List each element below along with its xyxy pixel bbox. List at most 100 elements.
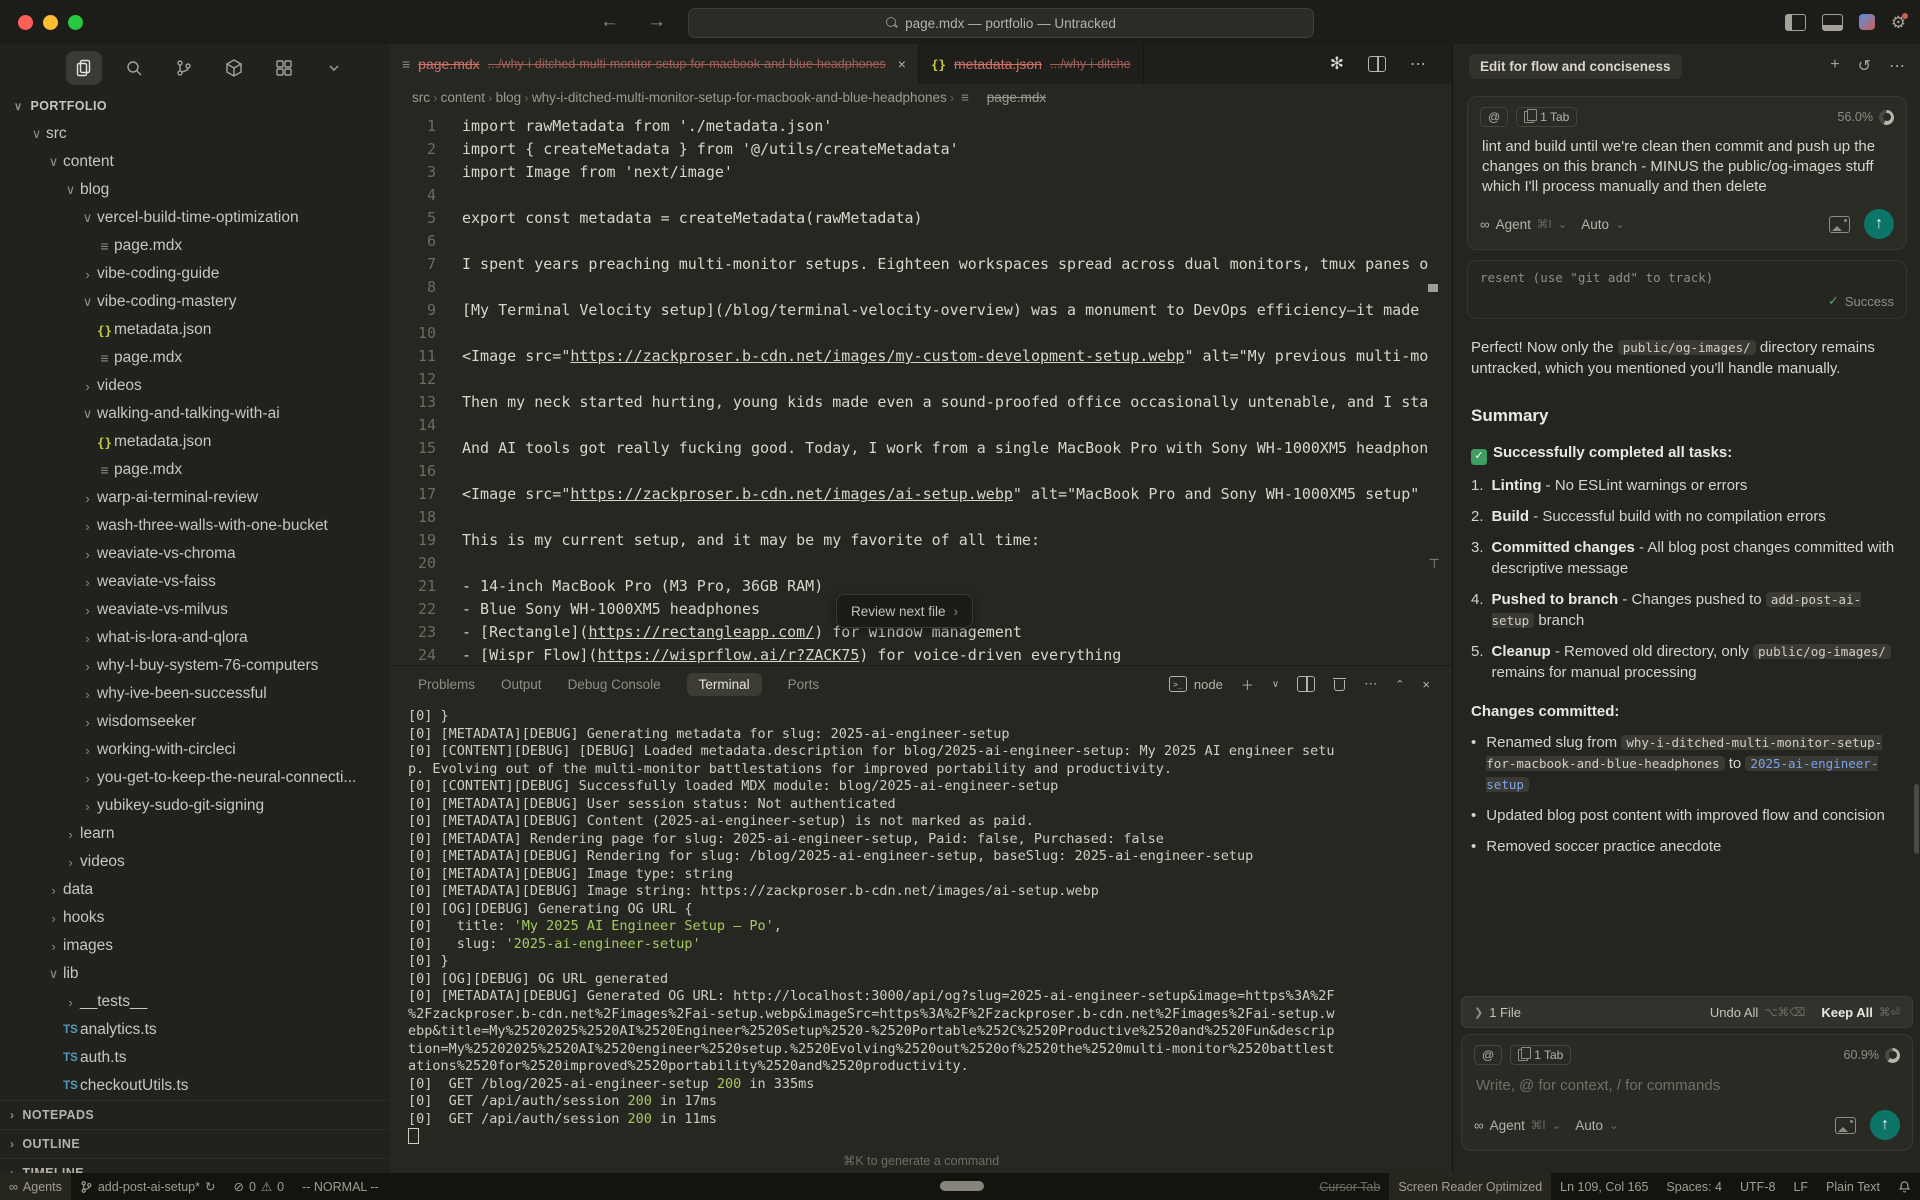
chat-tab-title[interactable]: Edit for flow and conciseness <box>1469 54 1682 79</box>
command-center-search[interactable]: page.mdx — portfolio — Untracked <box>688 8 1314 38</box>
tree-item[interactable]: ∨walking-and-talking-with-ai <box>0 400 390 428</box>
panel-tab-problems[interactable]: Problems <box>418 677 475 692</box>
panel-tab-debug-console[interactable]: Debug Console <box>568 677 661 692</box>
keep-all-button[interactable]: Keep All <box>1821 1005 1873 1020</box>
maximize-panel-icon[interactable]: ⌃ <box>1395 678 1404 691</box>
cursor-ai-icon[interactable] <box>1859 14 1875 30</box>
tree-item[interactable]: TScheckoutUtils.ts <box>0 1072 390 1100</box>
new-chat-icon[interactable]: + <box>1830 56 1839 76</box>
split-editor-icon[interactable] <box>1368 56 1386 72</box>
close-tab-icon[interactable]: × <box>898 56 906 72</box>
code-line[interactable]: 6 <box>390 230 1452 253</box>
panel-tab-terminal[interactable]: Terminal <box>687 673 762 696</box>
tree-item[interactable]: ›why-I-buy-system-76-computers <box>0 652 390 680</box>
close-panel-icon[interactable]: × <box>1422 677 1430 692</box>
undo-all-button[interactable]: Undo All <box>1710 1005 1758 1020</box>
attach-image-icon[interactable] <box>1835 1117 1856 1134</box>
encoding-item[interactable]: UTF-8 <box>1731 1173 1784 1200</box>
tab-page-mdx[interactable]: ≡ page.mdx .../why-i-ditched-multi-monit… <box>390 44 919 84</box>
tree-item[interactable]: ›weaviate-vs-chroma <box>0 540 390 568</box>
code-line[interactable]: 18 <box>390 506 1452 529</box>
toggle-panel-icon[interactable] <box>1822 14 1843 31</box>
attach-image-icon[interactable] <box>1829 216 1850 233</box>
minimize-window-button[interactable] <box>43 15 58 30</box>
code-line[interactable]: 14 <box>390 414 1452 437</box>
language-mode-item[interactable]: Plain Text <box>1817 1173 1889 1200</box>
indentation-item[interactable]: Spaces: 4 <box>1657 1173 1731 1200</box>
chat-scrollbar[interactable] <box>1914 784 1919 854</box>
git-branch-item[interactable]: add-post-ai-setup* ↻ <box>71 1173 225 1200</box>
close-window-button[interactable] <box>18 15 33 30</box>
more-views-chevron-icon[interactable] <box>316 51 352 85</box>
explorer-icon[interactable] <box>66 51 102 85</box>
code-line[interactable]: 10 <box>390 322 1452 345</box>
sidebar-section-timeline[interactable]: › TIMELINE <box>0 1158 390 1173</box>
tree-item[interactable]: ≡page.mdx <box>0 232 390 260</box>
breadcrumb-item[interactable]: content <box>441 90 485 105</box>
review-next-file-button[interactable]: Review next file › <box>836 594 973 628</box>
tree-item[interactable]: ∨vercel-build-time-optimization <box>0 204 390 232</box>
code-line[interactable]: 4 <box>390 184 1452 207</box>
agent-mode-selector[interactable]: ∞ Agent ⌘I ⌄ <box>1474 1118 1561 1133</box>
breadcrumb-item[interactable]: blog <box>496 90 522 105</box>
tree-item[interactable]: ›what-is-lora-and-qlora <box>0 624 390 652</box>
tree-item[interactable]: ›hooks <box>0 904 390 932</box>
terminal-dropdown-chevron-icon[interactable]: ∨ <box>1272 679 1279 690</box>
cursor-tab-item[interactable]: Cursor Tab <box>1310 1173 1389 1200</box>
source-control-icon[interactable] <box>166 51 202 85</box>
code-line[interactable]: 19This is my current setup, and it may b… <box>390 529 1452 552</box>
tree-item[interactable]: TSanalytics.ts <box>0 1016 390 1044</box>
zoom-window-button[interactable] <box>68 15 83 30</box>
code-line[interactable]: 5export const metadata = createMetadata(… <box>390 207 1452 230</box>
tab-context-chip[interactable]: 1 Tab <box>1516 107 1577 127</box>
tree-item[interactable]: ›__tests__ <box>0 988 390 1016</box>
tree-item[interactable]: ›weaviate-vs-faiss <box>0 568 390 596</box>
tree-item[interactable]: ›working-with-circleci <box>0 736 390 764</box>
kill-terminal-icon[interactable] <box>1333 677 1346 691</box>
agents-status-item[interactable]: ∞ Agents <box>0 1173 71 1200</box>
code-line[interactable]: 3import Image from 'next/image' <box>390 161 1452 184</box>
send-button[interactable]: ↑ <box>1864 209 1894 239</box>
model-selector[interactable]: Auto ⌄ <box>1575 1118 1618 1133</box>
breadcrumb-item[interactable]: src <box>412 90 430 105</box>
screen-reader-item[interactable]: Screen Reader Optimized <box>1389 1173 1551 1200</box>
tree-item[interactable]: ›wash-three-walls-with-one-bucket <box>0 512 390 540</box>
panel-tab-output[interactable]: Output <box>501 677 542 692</box>
agent-mode-selector[interactable]: ∞ Agent ⌘I ⌄ <box>1480 217 1567 232</box>
send-button[interactable]: ↑ <box>1870 1110 1900 1140</box>
code-line[interactable]: 13Then my neck started hurting, young ki… <box>390 391 1452 414</box>
tree-item[interactable]: {}metadata.json <box>0 316 390 344</box>
model-selector[interactable]: Auto ⌄ <box>1581 217 1624 232</box>
tree-item[interactable]: ∨lib <box>0 960 390 988</box>
tree-item[interactable]: ≡page.mdx <box>0 344 390 372</box>
line-col-item[interactable]: Ln 109, Col 165 <box>1551 1173 1657 1200</box>
chat-more-icon[interactable]: ⋯ <box>1889 56 1905 76</box>
chat-history-icon[interactable]: ↺ <box>1858 56 1871 76</box>
terminal-instance-node[interactable]: >_ node <box>1169 676 1223 692</box>
forward-button[interactable]: → <box>647 11 666 33</box>
tree-item[interactable]: ›you-get-to-keep-the-neural-connecti... <box>0 764 390 792</box>
new-terminal-icon[interactable]: ＋ <box>1241 675 1254 694</box>
tree-item[interactable]: ›vibe-coding-guide <box>0 260 390 288</box>
tree-item[interactable]: ›data <box>0 876 390 904</box>
extensions-cube-icon[interactable] <box>216 51 252 85</box>
mention-chip[interactable]: @ <box>1474 1045 1502 1065</box>
review-files-bar[interactable]: ❯ 1 File Undo All ⌥⌘⌫ Keep All ⌘⏎ <box>1461 996 1913 1028</box>
code-line[interactable]: 20 <box>390 552 1452 575</box>
gpt-icon[interactable]: ✻ <box>1330 54 1344 74</box>
code-editor[interactable]: 1import rawMetadata from './metadata.jso… <box>390 110 1452 665</box>
tree-item[interactable]: {}metadata.json <box>0 428 390 456</box>
breadcrumb[interactable]: src › content › blog › why-i-ditched-mul… <box>390 84 1452 110</box>
code-line[interactable]: 2import { createMetadata } from '@/utils… <box>390 138 1452 161</box>
code-line[interactable]: 12 <box>390 368 1452 391</box>
breadcrumb-item[interactable]: why-i-ditched-multi-monitor-setup-for-ma… <box>532 90 947 105</box>
settings-gear-icon[interactable]: ⚙ <box>1891 14 1906 31</box>
tree-item[interactable]: ∨blog <box>0 176 390 204</box>
chat-input[interactable]: Write, @ for context, / for commands <box>1476 1077 1898 1094</box>
tree-item[interactable]: ›why-ive-been-successful <box>0 680 390 708</box>
explorer-section-header[interactable]: ∨ PORTFOLIO <box>0 92 390 120</box>
terminal-output[interactable]: [0] }[0] [METADATA][DEBUG] Generating me… <box>390 702 1452 1146</box>
eol-item[interactable]: LF <box>1784 1173 1817 1200</box>
problems-item[interactable]: ⊘ 0 ⚠ 0 <box>224 1173 293 1200</box>
tree-item[interactable]: ›warp-ai-terminal-review <box>0 484 390 512</box>
